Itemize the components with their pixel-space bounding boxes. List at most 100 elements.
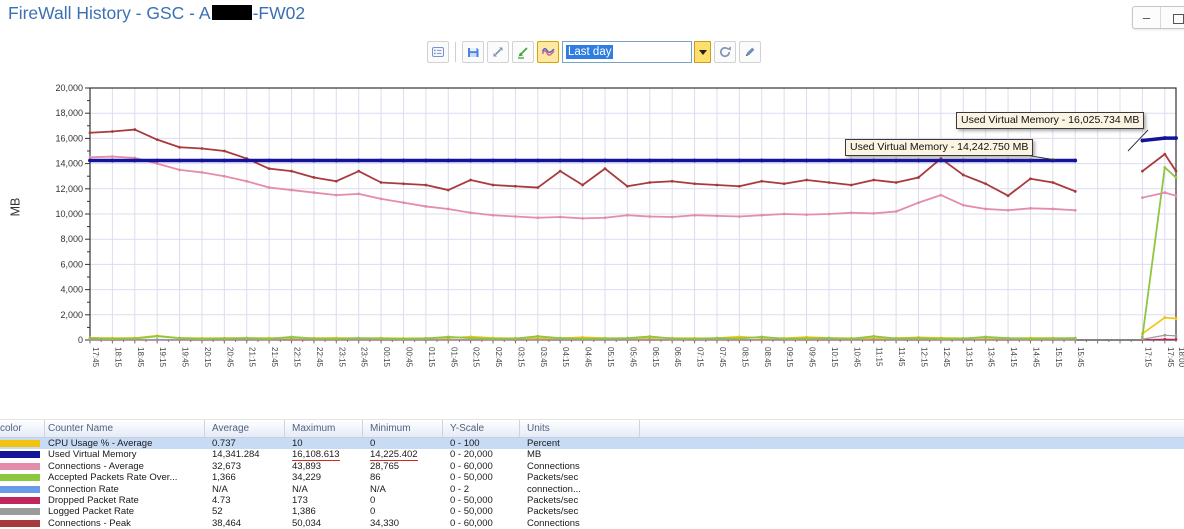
maximum-cell: 16,108.613 — [292, 449, 340, 461]
svg-text:21:45: 21:45 — [270, 347, 279, 368]
series-color-swatch — [0, 462, 40, 470]
minimum-cell: 0 — [370, 506, 376, 518]
color-cell — [0, 518, 45, 529]
chart-canvas[interactable]: 0 2,000 4,000 6,000 8,000 10,000 12,000 14,000 1… — [0, 0, 1184, 412]
svg-text:05:45: 05:45 — [628, 347, 637, 368]
y-scale-cell: 0 - 60,000 — [450, 517, 493, 529]
table-row[interactable]: Connections - Average 32,673 43,893 28,765 0… — [0, 460, 1184, 473]
minimum-cell: 28,765 — [370, 460, 400, 473]
column-header[interactable]: Counter Name — [45, 420, 205, 437]
svg-text:16,000: 16,000 — [55, 133, 83, 143]
svg-text:01:45: 01:45 — [449, 347, 458, 368]
units-cell: Packets/sec — [527, 494, 579, 506]
series-color-swatch — [0, 451, 40, 459]
column-header[interactable]: Average — [205, 420, 285, 437]
svg-text:20:45: 20:45 — [225, 347, 234, 368]
svg-text:20:15: 20:15 — [203, 347, 212, 368]
table-row[interactable]: Dropped Packet Rate 4.73 173 0 0 - 50,000 Pac… — [0, 495, 1184, 506]
average-cell: 32,673 — [212, 460, 242, 472]
counter-name-cell: Connection Rate — [48, 483, 119, 495]
y-scale-cell: 0 - 50,000 — [450, 494, 493, 506]
svg-text:0: 0 — [78, 335, 83, 345]
svg-text:21:15: 21:15 — [248, 347, 257, 368]
svg-text:23:45: 23:45 — [360, 347, 369, 368]
maximum-cell: 173 — [292, 494, 308, 506]
svg-text:19:15: 19:15 — [158, 347, 167, 368]
average-cell: 38,464 — [212, 517, 242, 529]
svg-text:02:45: 02:45 — [494, 347, 503, 368]
color-cell — [0, 506, 45, 517]
y-scale-cell: 0 - 2 — [450, 483, 470, 495]
counters-table-body: CPU Usage % - Average 0.737 10 0 0 - 100 Perc… — [0, 438, 1184, 529]
color-cell — [0, 472, 45, 483]
column-header[interactable]: Y-Scale — [443, 420, 520, 437]
units-cell: Percent — [527, 438, 560, 449]
svg-text:02:15: 02:15 — [472, 347, 481, 368]
maximum-cell: 43,893 — [292, 460, 322, 472]
minimum-cell: 0 — [370, 494, 376, 506]
column-header[interactable]: Units — [520, 420, 640, 437]
units-cell: Packets/sec — [527, 506, 579, 518]
svg-text:13:45: 13:45 — [987, 347, 996, 368]
table-row[interactable]: Used Virtual Memory 14,341.284 16,108.613 1… — [0, 449, 1184, 461]
average-cell: 4.73 — [212, 494, 231, 506]
counters-table: color Counter Name Average Maximum Minimum Y-… — [0, 419, 1184, 529]
table-row[interactable]: CPU Usage % - Average 0.737 10 0 0 - 100 Perc… — [0, 438, 1184, 450]
units-cell: Connections — [527, 517, 580, 529]
svg-text:18,000: 18,000 — [55, 108, 83, 118]
svg-text:11:15: 11:15 — [875, 347, 884, 367]
svg-text:07:45: 07:45 — [718, 347, 727, 368]
svg-text:20,000: 20,000 — [55, 83, 83, 93]
units-cell: Connections — [527, 460, 580, 472]
table-row[interactable]: Accepted Packets Rate Over... 1,366 34,229… — [0, 472, 1184, 483]
svg-text:10,000: 10,000 — [55, 209, 83, 219]
svg-text:09:15: 09:15 — [785, 347, 794, 368]
y-scale-cell: 0 - 50,000 — [450, 472, 493, 484]
svg-text:18:00: 18:00 — [1177, 347, 1184, 368]
svg-text:05:15: 05:15 — [606, 347, 615, 368]
app-window: { "window": { "title_prefix": "FireWall … — [0, 0, 1184, 529]
svg-text:12:15: 12:15 — [919, 347, 928, 368]
y-scale-cell: 0 - 50,000 — [450, 506, 493, 518]
svg-text:06:15: 06:15 — [651, 347, 660, 368]
svg-text:00:45: 00:45 — [404, 347, 413, 368]
y-scale-cell: 0 - 60,000 — [450, 460, 493, 472]
svg-text:18:15: 18:15 — [113, 347, 122, 368]
maximum-cell: N/A — [292, 483, 308, 495]
svg-text:14,000: 14,000 — [55, 159, 83, 169]
svg-text:23:15: 23:15 — [337, 347, 346, 368]
column-header[interactable]: Minimum — [363, 420, 443, 437]
svg-text:2,000: 2,000 — [60, 310, 83, 320]
counters-table-header: color Counter Name Average Maximum Minimum Y-… — [0, 419, 1184, 438]
svg-text:03:15: 03:15 — [516, 347, 525, 368]
counter-name-cell: Logged Packet Rate — [48, 506, 135, 518]
color-cell — [0, 449, 45, 460]
counter-name-cell: Accepted Packets Rate Over... — [48, 472, 178, 484]
table-row[interactable]: Logged Packet Rate 52 1,386 0 0 - 50,000 Pack… — [0, 506, 1184, 517]
svg-text:04:15: 04:15 — [561, 347, 570, 368]
average-cell: 0.737 — [212, 438, 236, 449]
svg-text:15:15: 15:15 — [1054, 347, 1063, 368]
svg-text:11:45: 11:45 — [897, 347, 906, 367]
svg-text:09:45: 09:45 — [808, 347, 817, 368]
svg-text:01:15: 01:15 — [427, 347, 436, 368]
svg-text:12,000: 12,000 — [55, 184, 83, 194]
units-cell: MB — [527, 449, 542, 461]
table-row[interactable]: Connection Rate N/A N/A N/A 0 - 2 connection.… — [0, 484, 1184, 495]
svg-text:15:45: 15:45 — [1076, 347, 1085, 368]
series-color-swatch — [0, 508, 40, 516]
minimum-cell: N/A — [370, 483, 386, 495]
table-row[interactable]: Connections - Peak 38,464 50,034 34,330 0 - … — [0, 518, 1184, 529]
column-header[interactable]: Maximum — [285, 420, 363, 437]
svg-text:06:45: 06:45 — [673, 347, 682, 368]
units-cell: Packets/sec — [527, 472, 579, 484]
svg-text:14:15: 14:15 — [1009, 347, 1018, 368]
color-cell — [0, 461, 45, 472]
counter-name-cell: Connections - Average — [48, 460, 144, 472]
y-scale-cell: 0 - 100 — [450, 438, 480, 449]
svg-text:07:15: 07:15 — [696, 347, 705, 368]
svg-text:17:45: 17:45 — [1166, 347, 1175, 368]
svg-text:12:45: 12:45 — [942, 347, 951, 368]
column-header[interactable]: color — [0, 420, 45, 437]
svg-text:10:45: 10:45 — [852, 347, 861, 368]
